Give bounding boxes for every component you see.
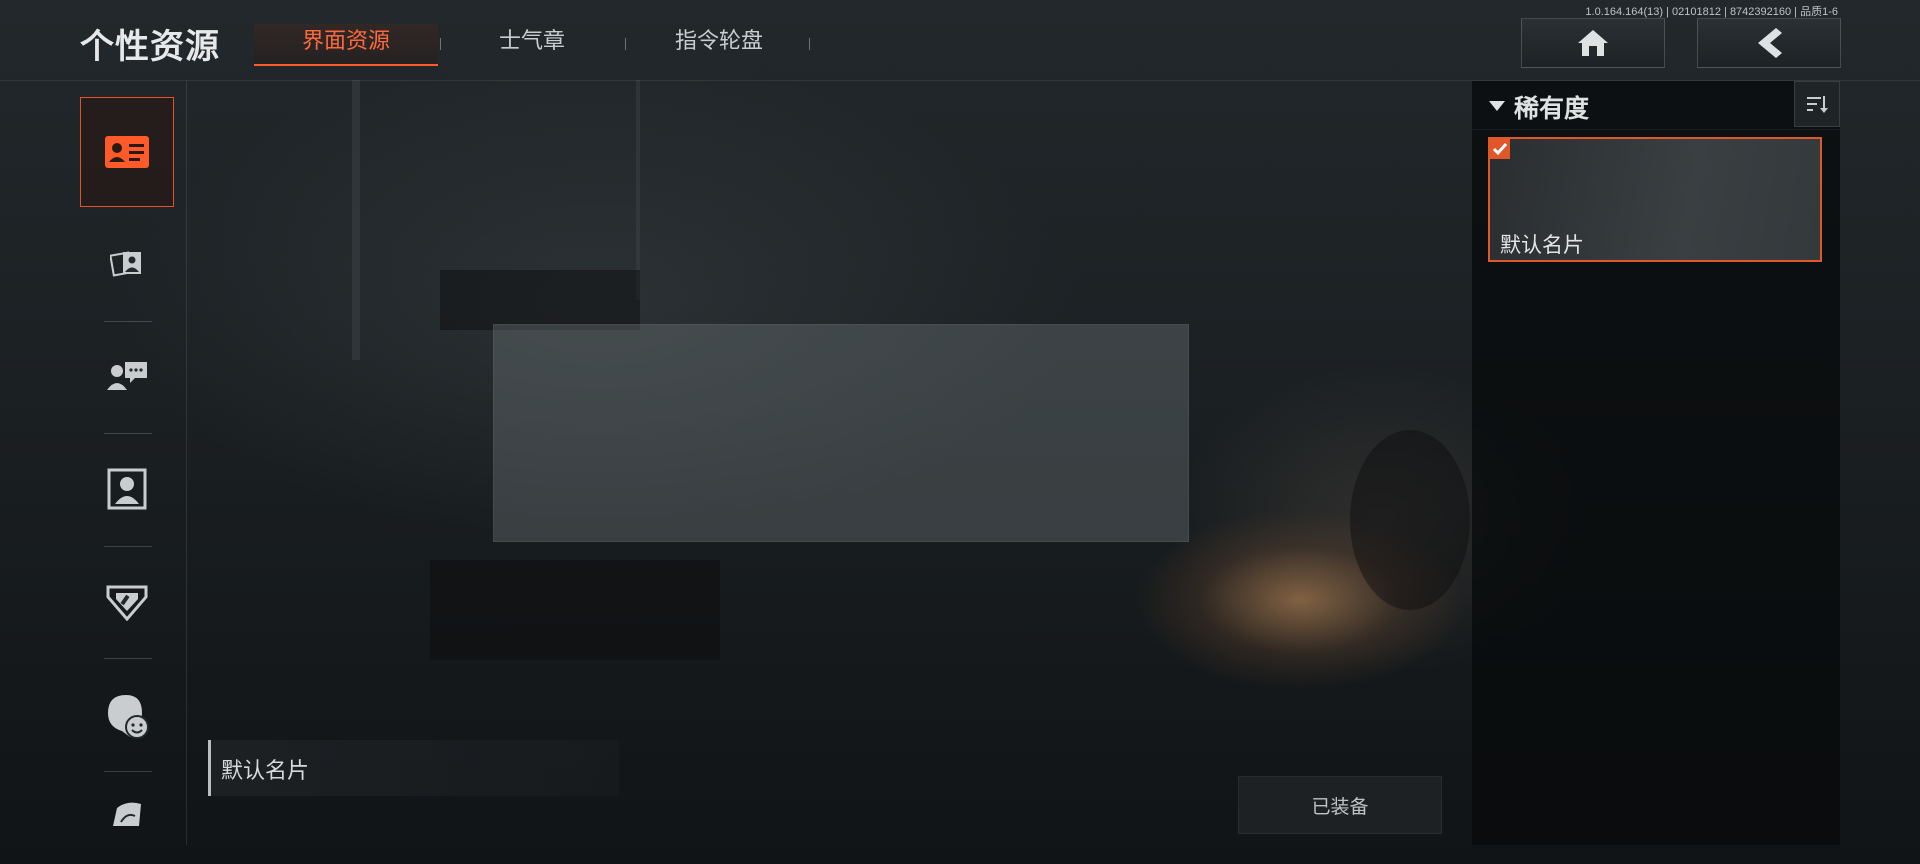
- sidebar: [0, 81, 187, 845]
- portrait-icon: [107, 468, 147, 510]
- item-list-panel: 稀有度 默认名片: [1472, 81, 1840, 845]
- equipped-button[interactable]: 已装备: [1238, 776, 1442, 834]
- rarity-filter-label: 稀有度: [1514, 94, 1590, 123]
- sidebar-item-name-card[interactable]: [80, 97, 174, 207]
- home-icon: [1578, 30, 1608, 56]
- selected-card-name-plate: 默认名片: [208, 740, 619, 796]
- game-screen: 个性资源 界面资源 士气章 指令轮盘 1.0.164.164(13) | 021…: [0, 0, 1920, 864]
- back-button[interactable]: [1697, 18, 1841, 68]
- scenery-pole: [636, 80, 640, 300]
- chat-icon: [107, 362, 147, 390]
- tab-separator: [625, 38, 626, 50]
- top-bar: 个性资源 界面资源 士气章 指令轮盘 1.0.164.164(13) | 021…: [0, 0, 1920, 81]
- sidebar-divider: [104, 658, 152, 659]
- tab-label: 界面资源: [301, 29, 390, 54]
- badge-icon: [106, 585, 148, 621]
- scenery-crate: [430, 560, 720, 660]
- scenery-wheel: [1350, 430, 1470, 610]
- page-title: 个性资源: [80, 27, 220, 67]
- sidebar-item-emblem[interactable]: [80, 781, 174, 845]
- emblem-icon: [113, 802, 141, 826]
- sidebar-item-emote[interactable]: [80, 661, 174, 771]
- selected-card-name: 默认名片: [221, 759, 310, 784]
- list-item-label: 默认名片: [1500, 233, 1584, 257]
- sidebar-item-portrait[interactable]: [80, 434, 174, 544]
- tab-morale-badge[interactable]: 士气章: [470, 24, 594, 64]
- sidebar-divider: [104, 771, 152, 772]
- selected-check-icon: [1490, 139, 1510, 159]
- home-button[interactable]: [1521, 18, 1665, 68]
- tab-separator: [809, 38, 810, 50]
- list-item-default-card[interactable]: 默认名片: [1488, 137, 1822, 262]
- sidebar-item-photos[interactable]: [80, 208, 174, 318]
- version-text: 1.0.164.164(13) | 02101812 | 8742392160 …: [1585, 6, 1838, 18]
- scenery-pole: [352, 80, 360, 360]
- sort-button[interactable]: [1794, 81, 1840, 127]
- scenery-roof: [440, 270, 640, 330]
- tab-label: 指令轮盘: [674, 29, 763, 54]
- back-icon: [1758, 28, 1782, 58]
- tab-command-wheel[interactable]: 指令轮盘: [660, 24, 778, 64]
- tab-label: 士气章: [498, 29, 565, 54]
- id-card-icon: [105, 136, 149, 168]
- tab-separator: [440, 38, 441, 50]
- tab-interface-resources[interactable]: 界面资源: [254, 24, 438, 66]
- emote-icon: [108, 695, 149, 739]
- photos-icon: [110, 251, 141, 277]
- sidebar-item-badge[interactable]: [80, 547, 174, 657]
- chevron-down-icon: [1489, 101, 1505, 111]
- sort-icon: [1807, 96, 1828, 113]
- rarity-filter-header[interactable]: 稀有度: [1472, 81, 1840, 130]
- sidebar-item-chat[interactable]: [80, 321, 174, 431]
- equipped-label: 已装备: [1311, 795, 1369, 818]
- name-card-preview: [493, 324, 1189, 542]
